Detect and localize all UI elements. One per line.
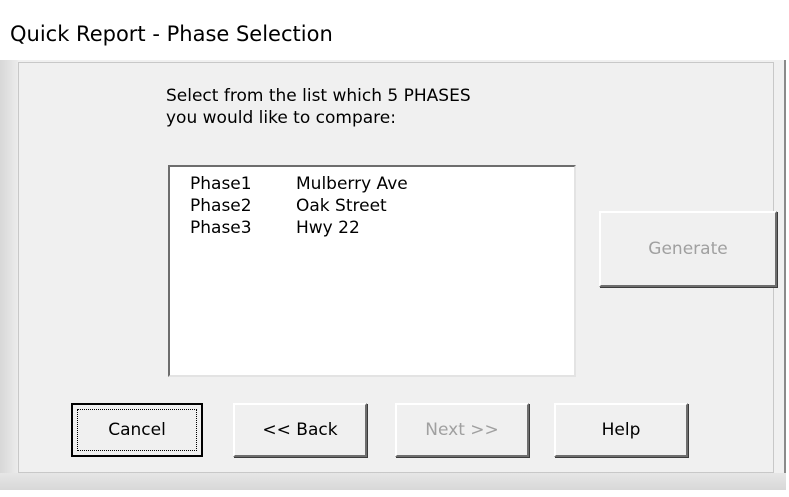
list-item-phase-name: Mulberry Ave [296, 174, 408, 194]
help-button[interactable]: Help [554, 403, 688, 457]
window-left-edge [0, 60, 18, 490]
generate-button-label: Generate [648, 239, 728, 259]
instruction-label: Select from the list which 5 PHASES you … [166, 86, 471, 128]
dialog-body: Select from the list which 5 PHASES you … [18, 62, 777, 473]
list-item-phase-id: Phase2 [190, 196, 252, 216]
back-button-label: << Back [262, 420, 338, 440]
list-item-phase-name: Hwy 22 [296, 218, 360, 238]
cancel-button[interactable]: Cancel [71, 403, 203, 457]
window-bottom-edge [0, 473, 786, 490]
list-item-phase-id: Phase3 [190, 218, 252, 238]
back-button[interactable]: << Back [233, 403, 367, 457]
generate-button[interactable]: Generate [599, 211, 777, 287]
title-bar[interactable]: Quick Report - Phase Selection [0, 0, 786, 60]
phase-listbox[interactable]: Phase1 Mulberry Ave Phase2 Oak Street Ph… [168, 165, 576, 377]
next-button-label: Next >> [425, 420, 499, 440]
focus-rectangle [77, 409, 197, 451]
help-button-label: Help [601, 420, 641, 440]
next-button[interactable]: Next >> [395, 403, 529, 457]
window-title: Quick Report - Phase Selection [10, 22, 333, 46]
dialog-window: Quick Report - Phase Selection Select fr… [0, 0, 786, 490]
list-item-phase-id: Phase1 [190, 174, 252, 194]
list-item-phase-name: Oak Street [296, 196, 387, 216]
